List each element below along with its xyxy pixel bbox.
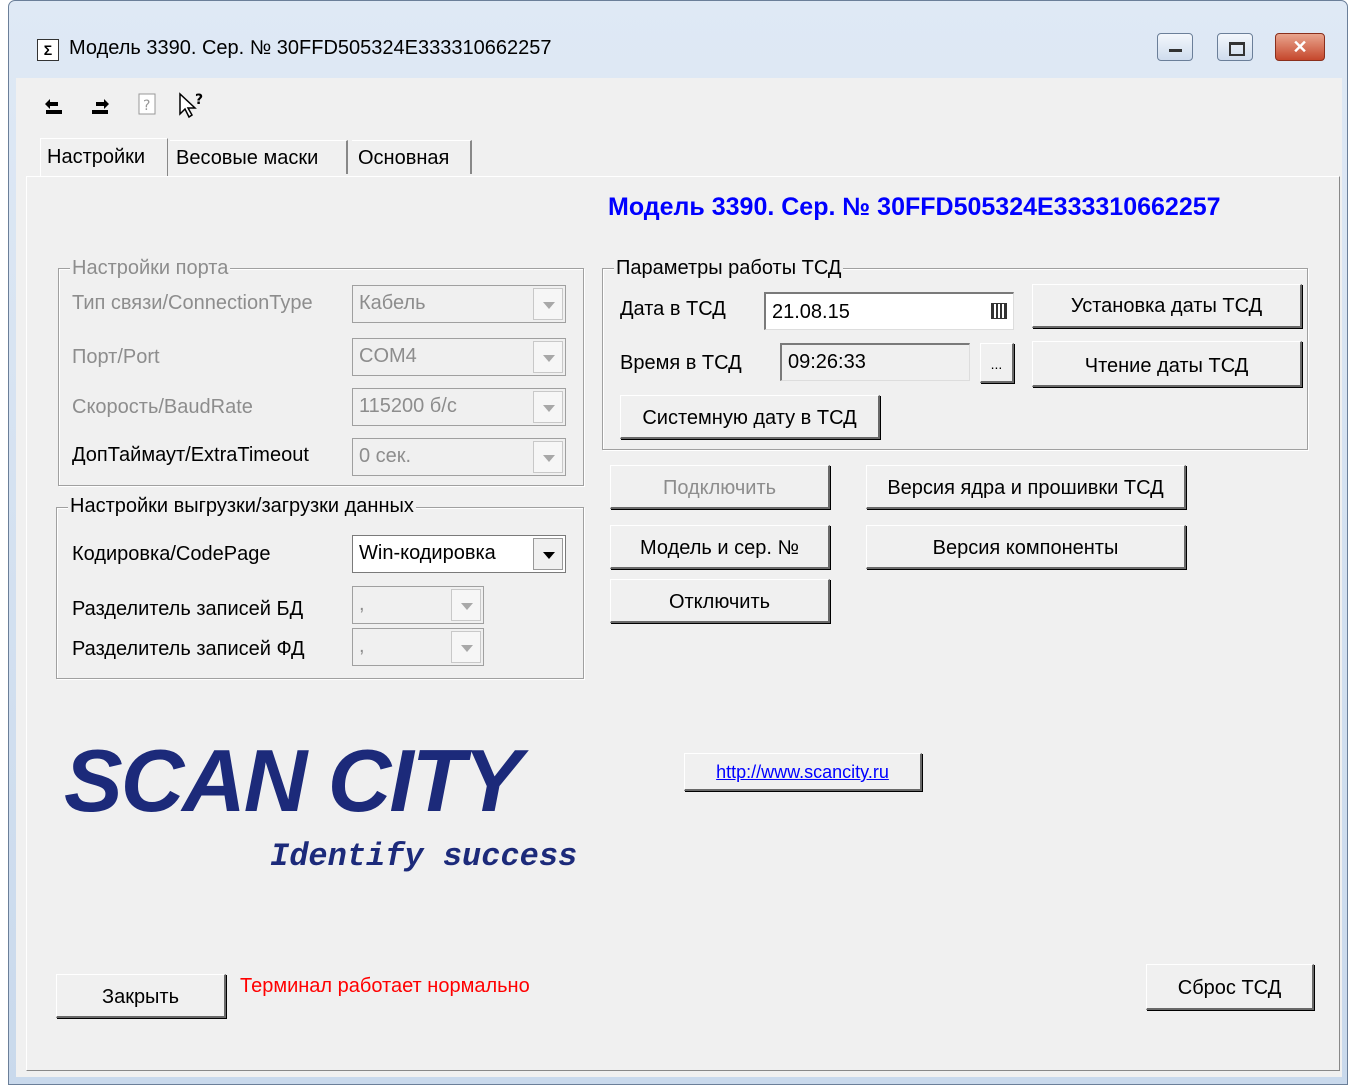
- help-doc-icon[interactable]: ?: [136, 92, 158, 116]
- connection-type-label: Тип связи/ConnectionType: [72, 292, 313, 314]
- minimize-button[interactable]: [1157, 33, 1193, 61]
- baud-rate-value: 115200 б/с: [359, 395, 457, 417]
- tsd-date-value: 21.08.15: [772, 301, 850, 323]
- chevron-down-icon: [533, 391, 563, 423]
- undo-icon[interactable]: [42, 92, 66, 116]
- port-select[interactable]: COM4: [352, 338, 566, 376]
- svg-text:?: ?: [195, 92, 203, 108]
- tsd-date-label: Дата в ТСД: [620, 298, 726, 320]
- extra-timeout-label: ДопТаймаут/ExtraTimeout: [72, 444, 309, 466]
- db-separator-label: Разделитель записей БД: [72, 598, 304, 620]
- db-separator-value: ,: [359, 593, 365, 615]
- redo-icon[interactable]: [88, 92, 112, 116]
- fd-separator-value: ,: [359, 635, 365, 657]
- read-date-button[interactable]: Чтение даты ТСД: [1032, 341, 1302, 387]
- tsd-time-value: 09:26:33: [788, 351, 866, 373]
- codepage-value: Win-кодировка: [359, 542, 496, 564]
- codepage-label: Кодировка/CodePage: [72, 543, 271, 565]
- title-bar[interactable]: Σ Модель 3390. Сер. № 30FFD505324E333310…: [9, 1, 1347, 79]
- data-settings-title: Настройки выгрузки/загрузки данных: [68, 495, 416, 518]
- context-help-icon[interactable]: ?: [178, 92, 208, 119]
- codepage-select[interactable]: Win-кодировка: [352, 535, 566, 573]
- svg-text:?: ?: [143, 98, 150, 114]
- sigma-app-icon: Σ: [37, 39, 59, 61]
- connect-button[interactable]: Подключить: [610, 465, 830, 509]
- scan-city-logo: SCAN CITY: [64, 731, 522, 830]
- chevron-down-icon: [533, 538, 563, 570]
- db-separator-select[interactable]: ,: [352, 586, 484, 624]
- port-value: COM4: [359, 345, 417, 367]
- close-icon: ✕: [1292, 37, 1308, 57]
- chevron-down-icon: [451, 631, 481, 663]
- model-serial-button[interactable]: Модель и сер. №: [610, 525, 830, 569]
- chevron-down-icon: [533, 441, 563, 473]
- extra-timeout-select[interactable]: 0 сек.: [352, 438, 566, 476]
- disconnect-button[interactable]: Отключить: [610, 579, 830, 623]
- minimize-icon: [1169, 49, 1182, 52]
- extra-timeout-value: 0 сек.: [359, 445, 412, 467]
- tsd-params-title: Параметры работы ТСД: [614, 257, 844, 280]
- slogan-text: Identify success: [270, 838, 578, 875]
- status-message: Терминал работает нормально: [240, 975, 530, 997]
- website-link[interactable]: http://www.scancity.ru: [716, 762, 889, 782]
- kernel-version-button[interactable]: Версия ядра и прошивки ТСД: [866, 465, 1186, 509]
- chevron-down-icon: [451, 589, 481, 621]
- close-window-button[interactable]: ✕: [1275, 33, 1325, 61]
- maximize-button[interactable]: [1217, 33, 1253, 61]
- port-settings-title: Настройки порта: [70, 257, 231, 280]
- calendar-icon[interactable]: [991, 303, 1007, 319]
- baud-rate-select[interactable]: 115200 б/с: [352, 388, 566, 426]
- port-label: Порт/Port: [72, 346, 160, 368]
- system-date-button[interactable]: Системную дату в ТСД: [620, 395, 880, 439]
- window-title: Модель 3390. Сер. № 30FFD505324E33331066…: [69, 37, 552, 59]
- reset-tsd-button[interactable]: Сброс ТСД: [1146, 964, 1314, 1010]
- component-version-button[interactable]: Версия компоненты: [866, 525, 1186, 569]
- fd-separator-select[interactable]: ,: [352, 628, 484, 666]
- tab-main[interactable]: Основная: [352, 140, 472, 174]
- time-ellipsis-button[interactable]: ...: [980, 343, 1014, 383]
- set-date-button[interactable]: Установка даты ТСД: [1032, 284, 1302, 328]
- baud-rate-label: Скорость/BaudRate: [72, 396, 253, 418]
- chevron-down-icon: [533, 288, 563, 320]
- model-serial-title: Модель 3390. Сер. № 30FFD505324E33331066…: [608, 193, 1221, 221]
- connection-type-select[interactable]: Кабель: [352, 285, 566, 323]
- website-link-button[interactable]: http://www.scancity.ru: [684, 753, 922, 791]
- tab-settings[interactable]: Настройки: [40, 138, 168, 176]
- maximize-icon: [1229, 42, 1245, 56]
- connection-type-value: Кабель: [359, 292, 426, 314]
- tsd-date-picker[interactable]: 21.08.15: [764, 292, 1014, 330]
- chevron-down-icon: [533, 341, 563, 373]
- tab-weight-masks[interactable]: Весовые маски: [170, 140, 348, 174]
- tsd-time-field[interactable]: 09:26:33: [780, 343, 970, 381]
- fd-separator-label: Разделитель записей ФД: [72, 638, 305, 660]
- close-button[interactable]: Закрыть: [56, 974, 226, 1018]
- tsd-time-label: Время в ТСД: [620, 352, 742, 374]
